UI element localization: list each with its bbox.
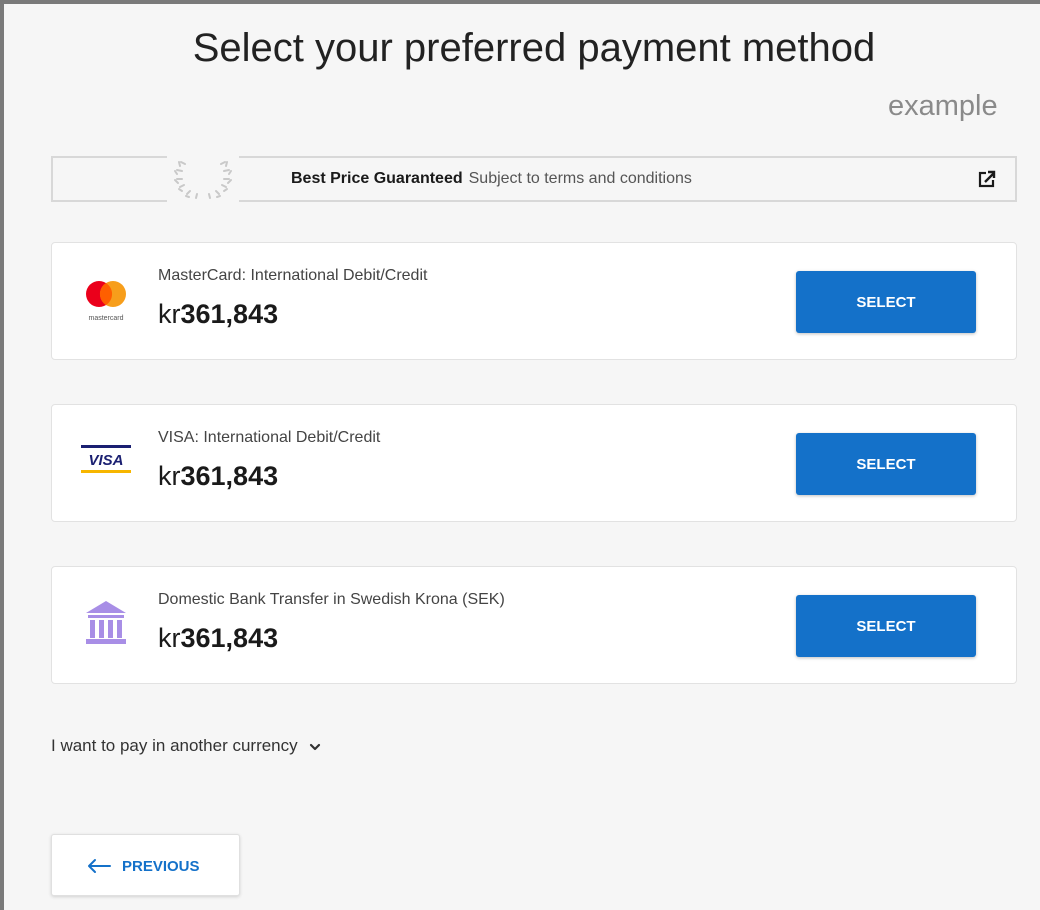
price-amount: 361,843 [180,299,279,329]
payment-method-name: VISA: International Debit/Credit [158,429,381,446]
payment-price: kr361,843 [158,623,278,654]
previous-label: PREVIOUS [122,858,200,875]
guarantee-title: Best Price Guaranteed [291,170,463,187]
select-visa-button[interactable]: SELECT [796,433,976,495]
payment-method-name: MasterCard: International Debit/Credit [158,267,428,284]
svg-text:VISA: VISA [88,452,123,469]
previous-button[interactable]: PREVIOUS [51,834,240,896]
payment-price: kr361,843 [158,461,278,492]
payment-option-bank-transfer: Domestic Bank Transfer in Swedish Krona … [51,566,1017,684]
other-currency-label: I want to pay in another currency [51,736,298,755]
payment-method-name: Domestic Bank Transfer in Swedish Krona … [158,591,505,608]
page-frame: Select your preferred payment method exa… [0,0,1040,910]
select-bank-transfer-button[interactable]: SELECT [796,595,976,657]
price-amount: 361,843 [180,461,279,491]
chevron-down-icon [309,743,320,750]
arrow-left-icon [88,859,111,873]
price-amount: 361,843 [180,623,279,653]
mastercard-logo-icon: mastercard [86,281,126,322]
bank-icon [86,601,126,644]
watermark-text: example [888,90,998,122]
guarantee-text: Best Price Guaranteed Subject to terms an… [291,170,692,188]
other-currency-toggle[interactable]: I want to pay in another currency [51,736,322,756]
page-title: Select your preferred payment method [192,26,876,70]
payment-option-visa: VISA VISA: International Debit/Credit kr… [51,404,1017,522]
external-link-icon[interactable] [976,168,998,190]
laurel-wreath-icon [167,154,239,208]
payment-price: kr361,843 [158,299,278,330]
price-currency: kr [158,623,181,653]
select-mastercard-button[interactable]: SELECT [796,271,976,333]
best-price-banner: Best Price Guaranteed Subject to terms an… [51,154,1017,208]
payment-option-mastercard: mastercard MasterCard: International Deb… [51,242,1017,360]
price-currency: kr [158,299,181,329]
price-currency: kr [158,461,181,491]
svg-text:mastercard: mastercard [88,315,123,322]
visa-logo-icon: VISA [81,445,131,473]
guarantee-terms: Subject to terms and conditions [468,170,692,187]
